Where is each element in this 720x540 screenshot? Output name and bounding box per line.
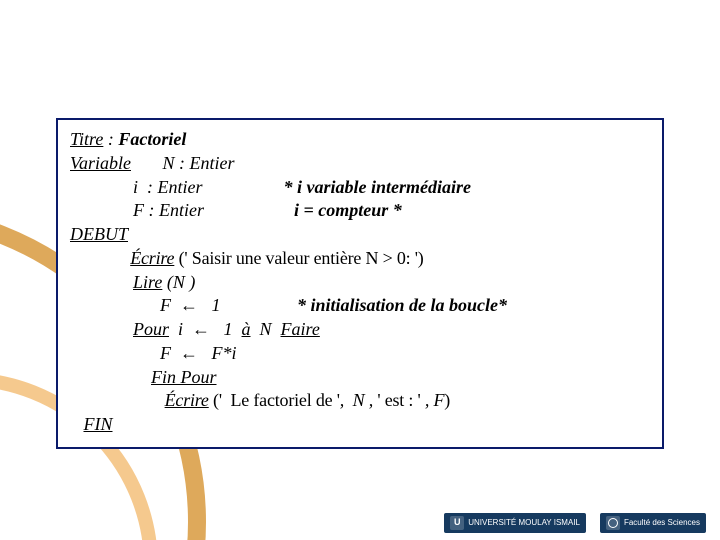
code-line: i : Entier * i variable intermédiaire [70, 176, 650, 200]
label-fin: FIN [84, 414, 113, 434]
comment: * initialisation de la boucle* [297, 295, 507, 315]
arrow-icon: ← [180, 343, 198, 363]
code-line: Pour i ← 1 à N Faire [70, 318, 650, 342]
label-debut: DEBUT [70, 224, 128, 244]
code-line: F ← 1 * initialisation de la boucle* [70, 294, 650, 318]
comment: i = compteur * [294, 200, 402, 220]
string-literal: (' Le factoriel de ' [209, 390, 340, 410]
title-value: Factoriel [118, 129, 186, 149]
kw-finpour: Fin Pour [151, 367, 217, 387]
code-box: Titre : Factoriel Variable N : Entier i … [56, 118, 664, 449]
kw-lire: Lire [133, 272, 162, 292]
footer-text: Faculté des Sciences [624, 519, 700, 528]
kw-a: à [242, 319, 251, 339]
code-line: Écrire (' Saisir une valeur entière N > … [70, 247, 650, 271]
string-literal: ' est : ' [377, 390, 420, 410]
code-line: Variable N : Entier [70, 152, 650, 176]
code-line: Titre : Factoriel [70, 128, 650, 152]
arrow-icon: ← [192, 319, 210, 339]
code-line: F : Entier i = compteur * [70, 199, 650, 223]
footer-logo-umi: UNIVERSITÉ MOULAY ISMAIL [444, 513, 586, 533]
comment: * i variable intermédiaire [284, 177, 471, 197]
code-line: Lire (N ) [70, 271, 650, 295]
footer: UNIVERSITÉ MOULAY ISMAIL Faculté des Sci… [0, 506, 720, 540]
kw-faire: Faire [281, 319, 320, 339]
code-line: DEBUT [70, 223, 650, 247]
code-line: FIN [70, 413, 650, 437]
label-titre: Titre [70, 129, 103, 149]
arrow-icon: ← [180, 295, 198, 315]
code-line: Écrire (' Le factoriel de ', N , ' est :… [70, 389, 650, 413]
code-line: Fin Pour [70, 366, 650, 390]
kw-ecrire: Écrire [130, 248, 174, 268]
kw-ecrire: Écrire [165, 390, 209, 410]
slide: Titre : Factoriel Variable N : Entier i … [0, 0, 720, 540]
string-literal: (' Saisir une valeur entière N > 0: ') [174, 248, 423, 268]
code-line: F ← F*i [70, 342, 650, 366]
faculty-seal-icon [606, 516, 620, 530]
footer-logo-faculty: Faculté des Sciences [600, 513, 706, 533]
footer-text: UNIVERSITÉ MOULAY ISMAIL [468, 519, 580, 528]
university-logo-icon [450, 516, 464, 530]
kw-pour: Pour [133, 319, 169, 339]
label-variable: Variable [70, 153, 131, 173]
